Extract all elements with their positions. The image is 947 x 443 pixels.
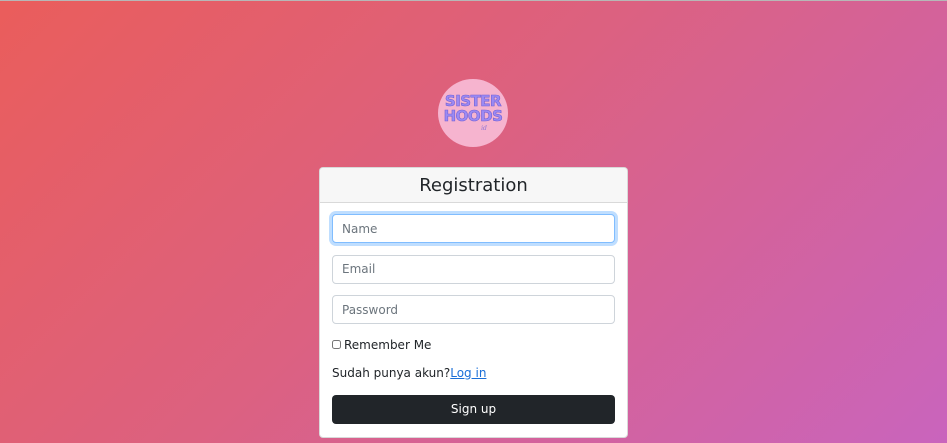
login-link[interactable]: Log in <box>450 366 486 380</box>
registration-title: Registration <box>320 168 627 203</box>
remember-me[interactable]: Remember Me <box>332 336 615 354</box>
login-prompt-row: Sudah punya akun?Log in <box>332 366 615 384</box>
password-input[interactable] <box>332 295 615 324</box>
name-input[interactable] <box>332 214 615 243</box>
signup-button[interactable]: Sign up <box>332 394 615 424</box>
registration-card: Registration Remember Me Sudah punya aku… <box>319 167 628 438</box>
remember-me-checkbox[interactable] <box>332 340 341 349</box>
email-input[interactable] <box>332 254 615 284</box>
logo-text-line2: HOODS <box>443 107 503 125</box>
login-prompt-text: Sudah punya akun? <box>332 365 451 380</box>
registration-form: Remember Me Sudah punya akun?Log in Sign… <box>320 203 627 424</box>
remember-me-label: Remember Me <box>344 337 432 352</box>
sisterhoods-logo: SISTER HOODS id <box>438 79 508 147</box>
logo-subtext: id <box>481 125 487 132</box>
